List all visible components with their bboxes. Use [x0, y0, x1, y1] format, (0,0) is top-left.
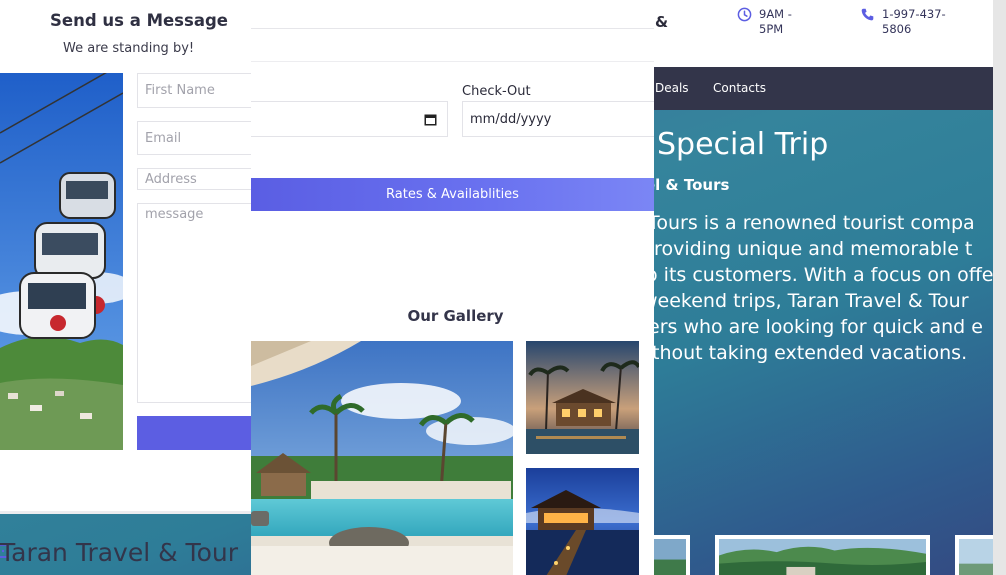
rates-availability-button[interactable]: Rates & Availablities [251, 178, 654, 211]
first-name-field[interactable]: First Name [137, 73, 267, 108]
hero-thumbnail[interactable] [648, 535, 690, 575]
first-name-placeholder: First Name [145, 83, 215, 98]
gallery-image-bungalow[interactable] [526, 468, 639, 575]
hours-text: 9AM - 5PM [759, 7, 792, 36]
email-placeholder: Email [145, 131, 182, 146]
hero-thumbnail[interactable] [955, 535, 993, 575]
checkin-date-input[interactable] [251, 101, 448, 137]
footer-brand: Taran Travel & Tour [0, 538, 238, 567]
cable-car-photo [0, 73, 123, 450]
address-field[interactable]: Address [137, 168, 267, 190]
message-field[interactable]: message [137, 203, 267, 403]
hero-title: Special Trip [657, 127, 829, 162]
clock-icon [737, 7, 752, 22]
checkout-date-value: mm/dd/yyyy [470, 112, 552, 127]
gallery-title: Our Gallery [407, 307, 504, 325]
hero-paragraph: Tours is a renowned tourist compa provid… [630, 210, 993, 366]
address-placeholder: Address [145, 172, 197, 187]
contact-subtitle: We are standing by! [63, 41, 195, 56]
brand-fragment: & [655, 13, 669, 31]
section-divider [0, 511, 251, 514]
hero-subtitle: el & Tours [645, 176, 730, 194]
hero-line: providing unique and memorable t [642, 238, 973, 260]
gallery-image-resort-night[interactable] [526, 341, 639, 454]
contact-panel: Send us a Message We are standing by! Fi… [0, 0, 267, 512]
hero-line: Tours is a renowned tourist compa [648, 212, 975, 234]
page-scrollbar[interactable] [993, 0, 1006, 575]
nav-contacts[interactable]: Contacts [713, 81, 766, 95]
hero-line: thout taking extended vacations. [652, 342, 968, 364]
hero-thumbnail[interactable] [715, 535, 930, 575]
contact-title: Send us a Message [50, 11, 228, 30]
calendar-icon[interactable] [424, 113, 437, 126]
nav-deals[interactable]: Deals [655, 81, 689, 95]
send-message-button[interactable] [137, 416, 251, 450]
message-placeholder: message [145, 207, 204, 222]
phone-icon [861, 8, 874, 21]
checkout-date-input[interactable]: mm/dd/yyyy [462, 101, 654, 137]
hero-line: o its customers. With a focus on offe [646, 264, 993, 286]
phone-text[interactable]: 1-997-437-5806 [882, 7, 957, 37]
hero-line: ers who are looking for quick and e [648, 316, 983, 338]
hero-line: weekend trips, Taran Travel & Tour [642, 290, 969, 312]
checkout-label: Check-Out [462, 84, 531, 99]
gallery-image-pool[interactable] [251, 341, 513, 575]
email-field[interactable]: Email [137, 121, 267, 155]
booking-panel: Check-Out mm/dd/yyyy Rates & Availabliti… [251, 28, 654, 575]
booking-header-strip [251, 29, 654, 62]
